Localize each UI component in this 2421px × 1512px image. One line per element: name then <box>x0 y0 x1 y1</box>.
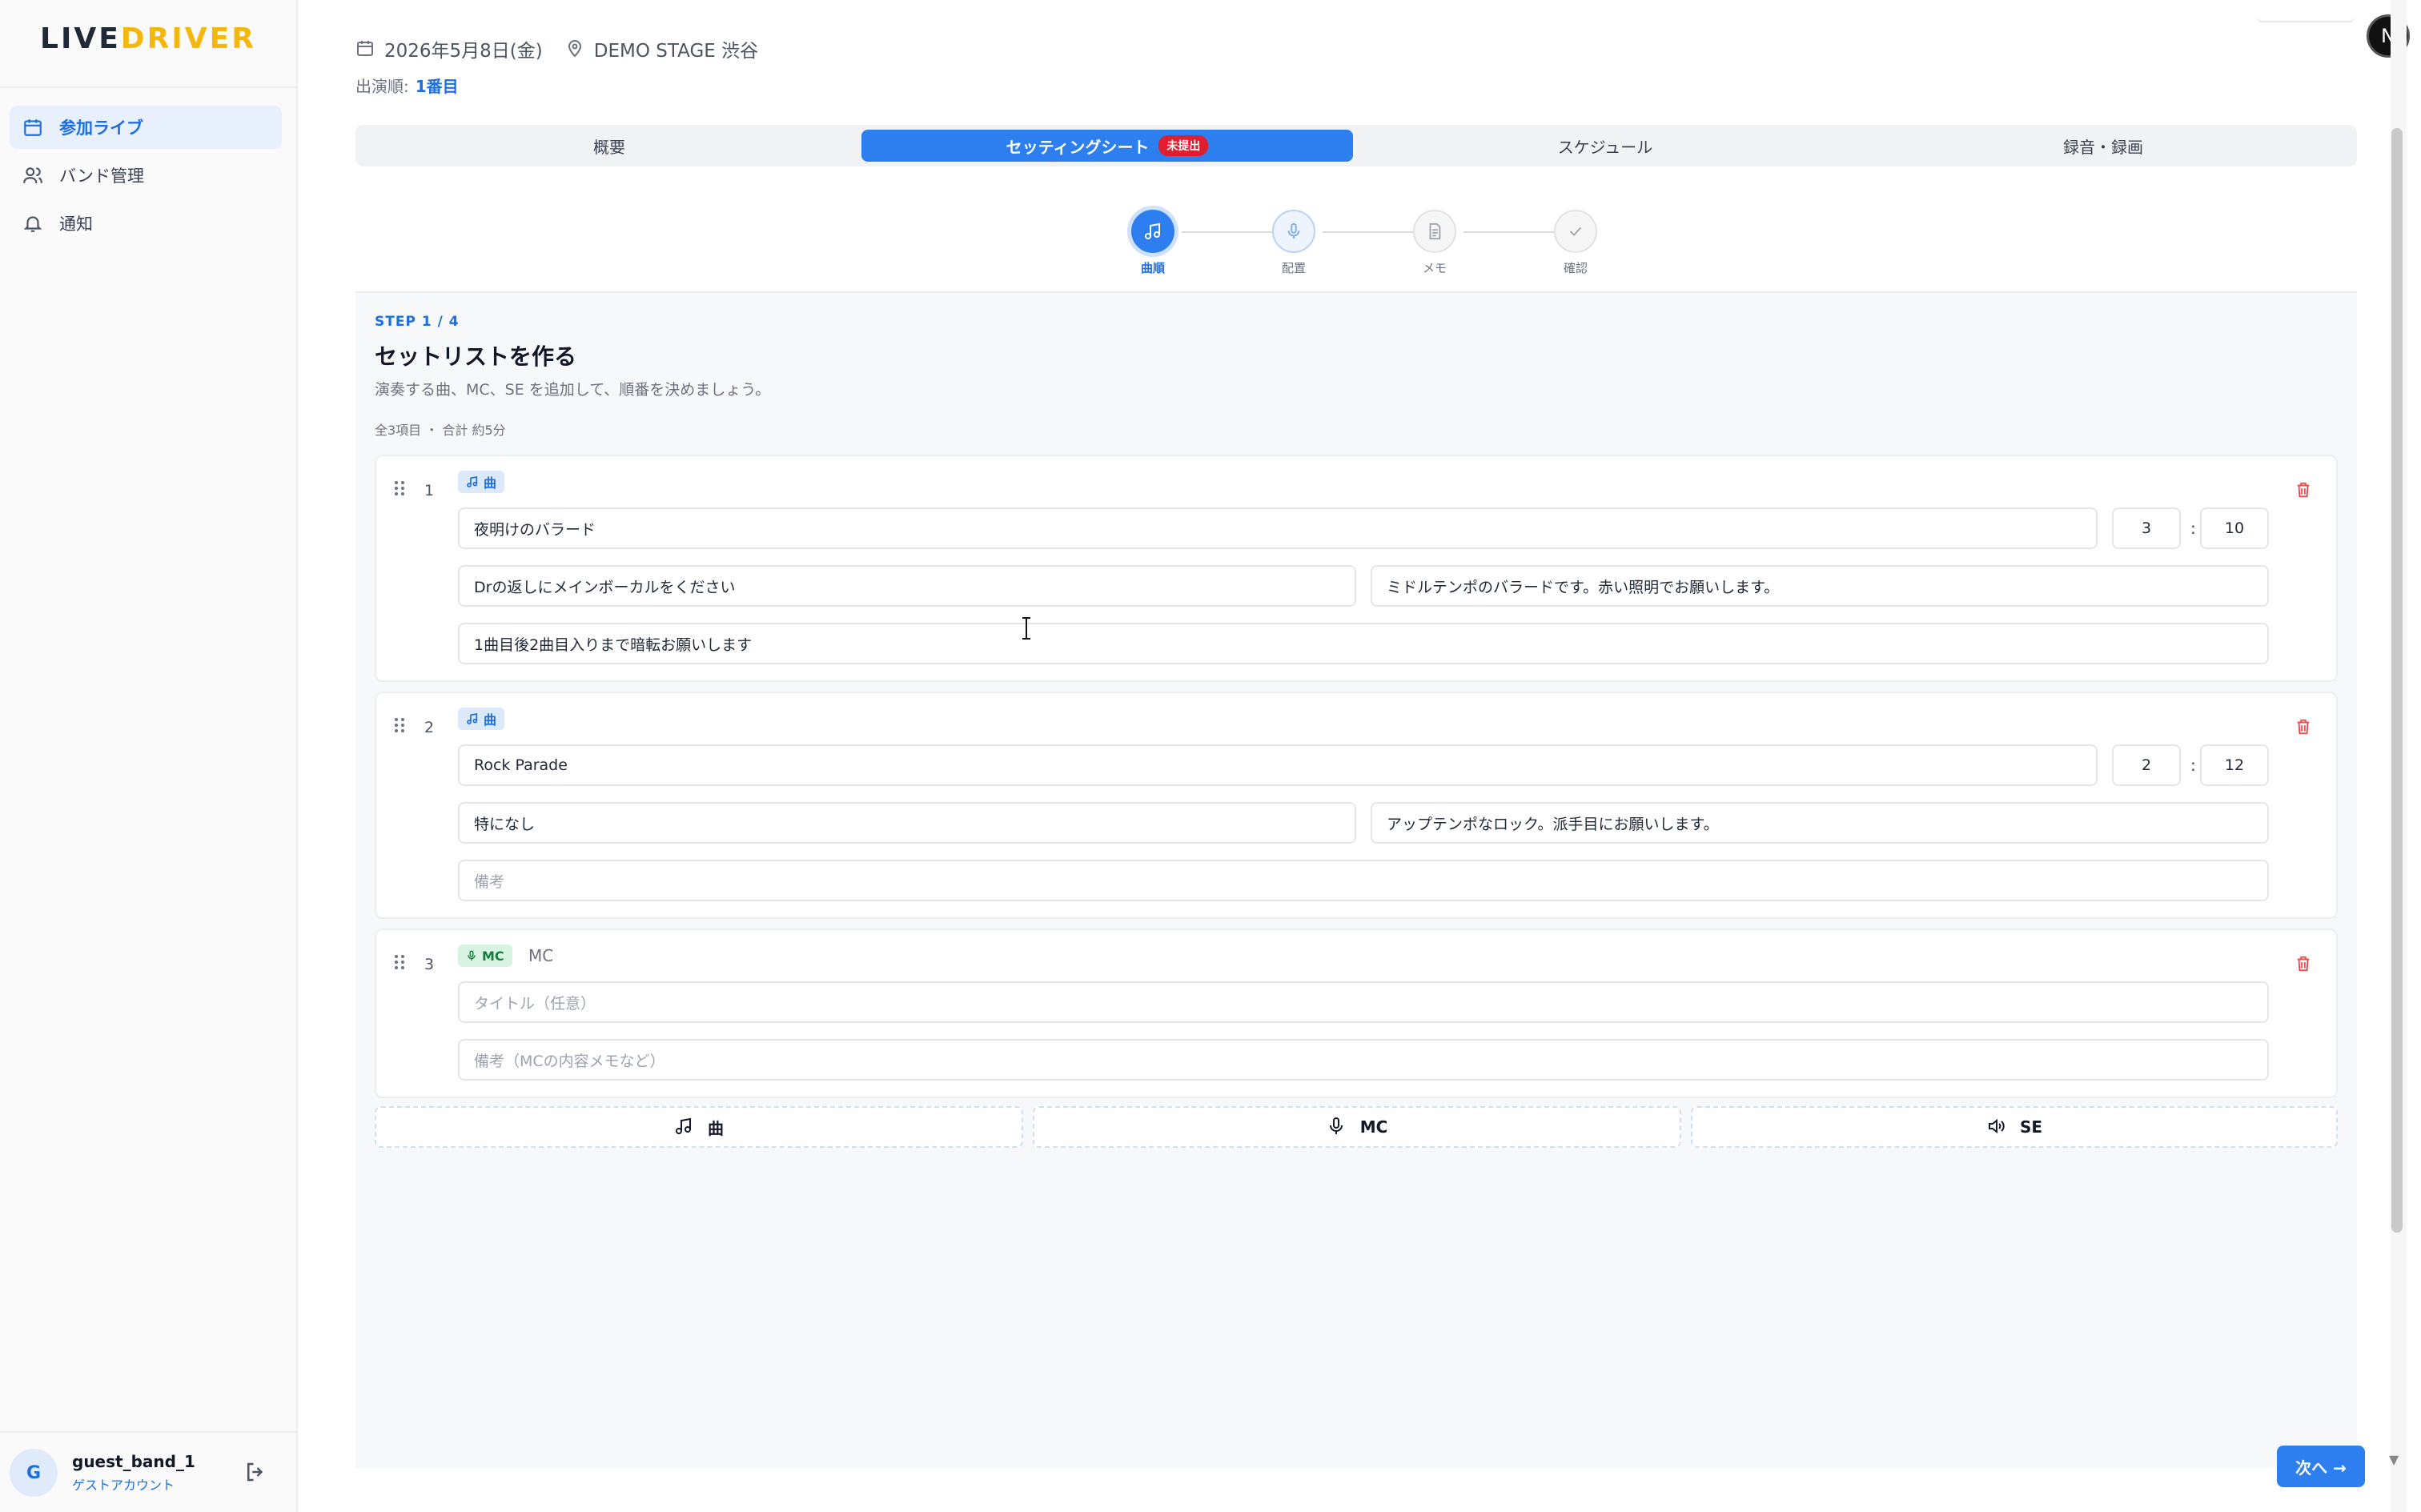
step-confirm[interactable]: 確認 <box>1544 210 1608 276</box>
monitor-request-input[interactable]: 特になし <box>458 802 1356 844</box>
event-tabs: 概要 セッティングシート 未提出 スケジュール 録音・録画 <box>355 125 2357 166</box>
type-badge-song: 曲 <box>458 708 505 730</box>
note-input[interactable]: 1曲目後2曲目入りまで暗転お願いします <box>458 623 2269 664</box>
user-role: ゲストアカウント <box>72 1478 175 1493</box>
status-badge: 未提出 <box>1158 135 1209 156</box>
step-label: 配置 <box>1281 261 1306 275</box>
sidebar-item-label: 参加ライブ <box>59 118 143 138</box>
add-mc-button[interactable]: MC <box>1033 1106 1681 1148</box>
users-icon <box>21 163 45 187</box>
page-title: セットリストを作る <box>375 343 577 370</box>
note-input[interactable]: 備考 <box>458 860 2269 901</box>
type-badge-mc: MC <box>458 944 512 967</box>
event-venue: DEMO STAGE 渋谷 <box>593 41 759 62</box>
seconds-input[interactable]: 10 <box>2200 507 2269 549</box>
location-pin-icon <box>565 38 586 59</box>
document-icon <box>1413 210 1456 253</box>
step-label: 曲順 <box>1140 261 1165 275</box>
scrollbar-thumb[interactable] <box>2391 128 2403 1233</box>
drag-handle-icon[interactable] <box>394 954 408 972</box>
mic-icon <box>1327 1117 1347 1137</box>
type-badge-song: 曲 <box>458 471 505 493</box>
music-note-icon <box>674 1117 695 1137</box>
minutes-input[interactable]: 2 <box>2112 744 2181 786</box>
drag-handle-icon[interactable] <box>394 480 408 498</box>
sidebar-divider <box>0 86 298 88</box>
sidebar: LIVEDRIVER 参加ライブ バンド管理 通知 G guest_band_1… <box>0 0 298 1512</box>
type-label: MC <box>528 946 554 965</box>
music-note-icon <box>467 713 478 724</box>
monitor-request-input[interactable]: Drの返しにメインボーカルをください <box>458 565 1356 607</box>
performance-order: 出演順: 1番目 <box>355 74 459 97</box>
step-label: 確認 <box>1563 261 1588 275</box>
bell-icon <box>21 211 45 235</box>
sidebar-item-notifications[interactable]: 通知 <box>10 202 282 245</box>
sidebar-divider <box>0 1431 298 1433</box>
sidebar-item-band[interactable]: バンド管理 <box>10 154 282 197</box>
delete-icon[interactable] <box>2295 954 2312 975</box>
sidebar-item-label: バンド管理 <box>59 166 145 186</box>
mic-icon <box>1272 210 1315 253</box>
step-indicator: STEP 1 / 4 <box>375 314 460 330</box>
calendar-icon <box>21 115 45 139</box>
speaker-icon <box>1986 1117 2007 1137</box>
step-memo[interactable]: メモ <box>1403 210 1467 276</box>
tab-overview[interactable]: 概要 <box>363 130 855 162</box>
text-cursor-icon <box>1020 616 1033 640</box>
delete-icon[interactable] <box>2295 717 2312 738</box>
tab-recording[interactable]: 録音・録画 <box>1857 130 2349 162</box>
setlist-item: 1 曲 夜明けのバラード 3 : 10 Drの返しにメインボーカルをください ミ… <box>375 455 2338 682</box>
order-value: 1番目 <box>415 77 459 96</box>
delete-icon[interactable] <box>2295 480 2312 501</box>
item-number: 3 <box>424 956 435 973</box>
lighting-request-input[interactable]: アップテンポなロック。派手目にお願いします。 <box>1371 802 2269 844</box>
setlist-panel: STEP 1 / 4 セットリストを作る 演奏する曲、MC、SE を追加して、順… <box>355 291 2357 1468</box>
check-icon <box>1554 210 1597 253</box>
event-date: 2026年5月8日(金) <box>384 41 543 62</box>
calendar-icon <box>355 38 376 59</box>
song-title-input[interactable]: Rock Parade <box>458 744 2098 786</box>
minutes-input[interactable]: 3 <box>2112 507 2181 549</box>
order-label: 出演順: <box>355 77 409 96</box>
song-title-input[interactable]: 夜明けのバラード <box>458 507 2098 549</box>
step-layout[interactable]: 配置 <box>1262 210 1326 276</box>
avatar[interactable]: G <box>10 1449 58 1497</box>
sidebar-item-live[interactable]: 参加ライブ <box>10 106 282 149</box>
setlist-item: 2 曲 Rock Parade 2 : 12 特になし アップテンポなロック。派… <box>375 692 2338 919</box>
scroll-down-icon[interactable]: ▼ <box>2389 1452 2399 1467</box>
lighting-request-input[interactable]: ミドルテンポのバラードです。赤い照明でお願いします。 <box>1371 565 2269 607</box>
app-logo[interactable]: LIVEDRIVER <box>40 22 256 55</box>
item-number: 1 <box>424 482 435 499</box>
top-chip <box>2256 8 2355 22</box>
mic-icon <box>468 950 476 961</box>
page-description: 演奏する曲、MC、SE を追加して、順番を決めましょう。 <box>375 381 771 399</box>
add-se-button[interactable]: SE <box>1691 1106 2338 1148</box>
sidebar-nav: 参加ライブ バンド管理 通知 <box>10 106 282 250</box>
sidebar-item-label: 通知 <box>59 215 93 234</box>
setlist-summary: 全3項目 ・ 合計 約5分 <box>375 423 506 438</box>
add-song-button[interactable]: 曲 <box>375 1106 1023 1148</box>
mc-title-input[interactable]: タイトル（任意） <box>458 981 2269 1023</box>
user-info: guest_band_1 ゲストアカウント <box>72 1452 195 1494</box>
stepper: 曲順 配置 メモ 確認 <box>1121 210 1601 282</box>
user-profile: G guest_band_1 ゲストアカウント <box>10 1447 282 1498</box>
setlist-item: 3 MC MC タイトル（任意） 備考（MCの内容メモなど） <box>375 928 2338 1098</box>
event-meta: 2026年5月8日(金) DEMO STAGE 渋谷 <box>355 35 758 62</box>
music-note-icon <box>467 476 478 487</box>
item-number: 2 <box>424 719 435 736</box>
tab-schedule[interactable]: スケジュール <box>1359 130 1851 162</box>
mc-note-input[interactable]: 備考（MCの内容メモなど） <box>458 1039 2269 1081</box>
next-button[interactable]: 次へ → <box>2277 1446 2365 1487</box>
step-setlist[interactable]: 曲順 <box>1121 210 1185 276</box>
drag-handle-icon[interactable] <box>394 717 408 735</box>
tab-setting-sheet[interactable]: セッティングシート 未提出 <box>861 130 1353 162</box>
music-note-icon <box>1131 210 1174 253</box>
step-label: メモ <box>1422 261 1447 275</box>
logout-icon[interactable] <box>243 1460 271 1487</box>
user-name: guest_band_1 <box>72 1452 195 1471</box>
seconds-input[interactable]: 12 <box>2200 744 2269 786</box>
